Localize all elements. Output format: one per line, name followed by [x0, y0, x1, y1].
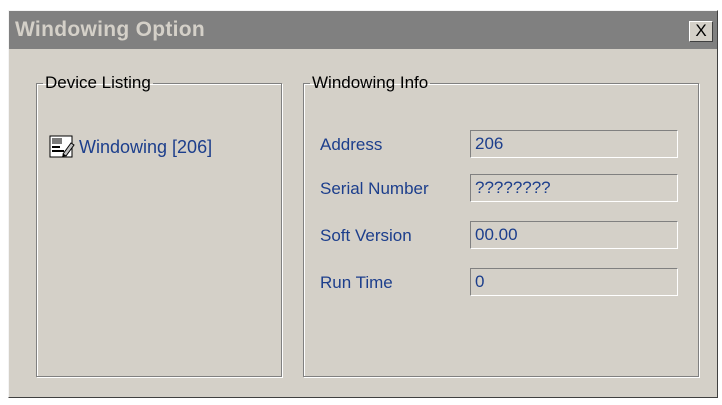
serial-number-label: Serial Number	[320, 179, 429, 198]
run-time-label: Run Time	[320, 273, 393, 292]
address-field[interactable]: 206	[470, 130, 678, 158]
address-label: Address	[320, 135, 383, 154]
device-listing-legend: Device Listing	[45, 73, 151, 92]
windowing-info-legend: Windowing Info	[312, 73, 429, 92]
device-icon	[49, 135, 75, 158]
serial-number-field[interactable]: ????????	[470, 174, 678, 202]
window-title: Windowing Option	[15, 18, 206, 41]
run-time-field[interactable]: 0	[470, 268, 678, 296]
device-list-item[interactable]: Windowing [206]	[49, 135, 212, 159]
title-bar[interactable]: Windowing Option X	[9, 11, 717, 49]
device-item-label: Windowing [206]	[79, 136, 213, 157]
soft-version-label: Soft Version	[320, 226, 412, 245]
windowing-info-group: Windowing Info Address 206 Serial Number…	[303, 73, 699, 377]
dialog-window: Windowing Option X Device Listing Window…	[8, 10, 718, 398]
close-button[interactable]: X	[689, 21, 713, 42]
soft-version-field[interactable]: 00.00	[470, 221, 678, 249]
device-listing-group: Device Listing Windowing [206]	[36, 73, 282, 377]
